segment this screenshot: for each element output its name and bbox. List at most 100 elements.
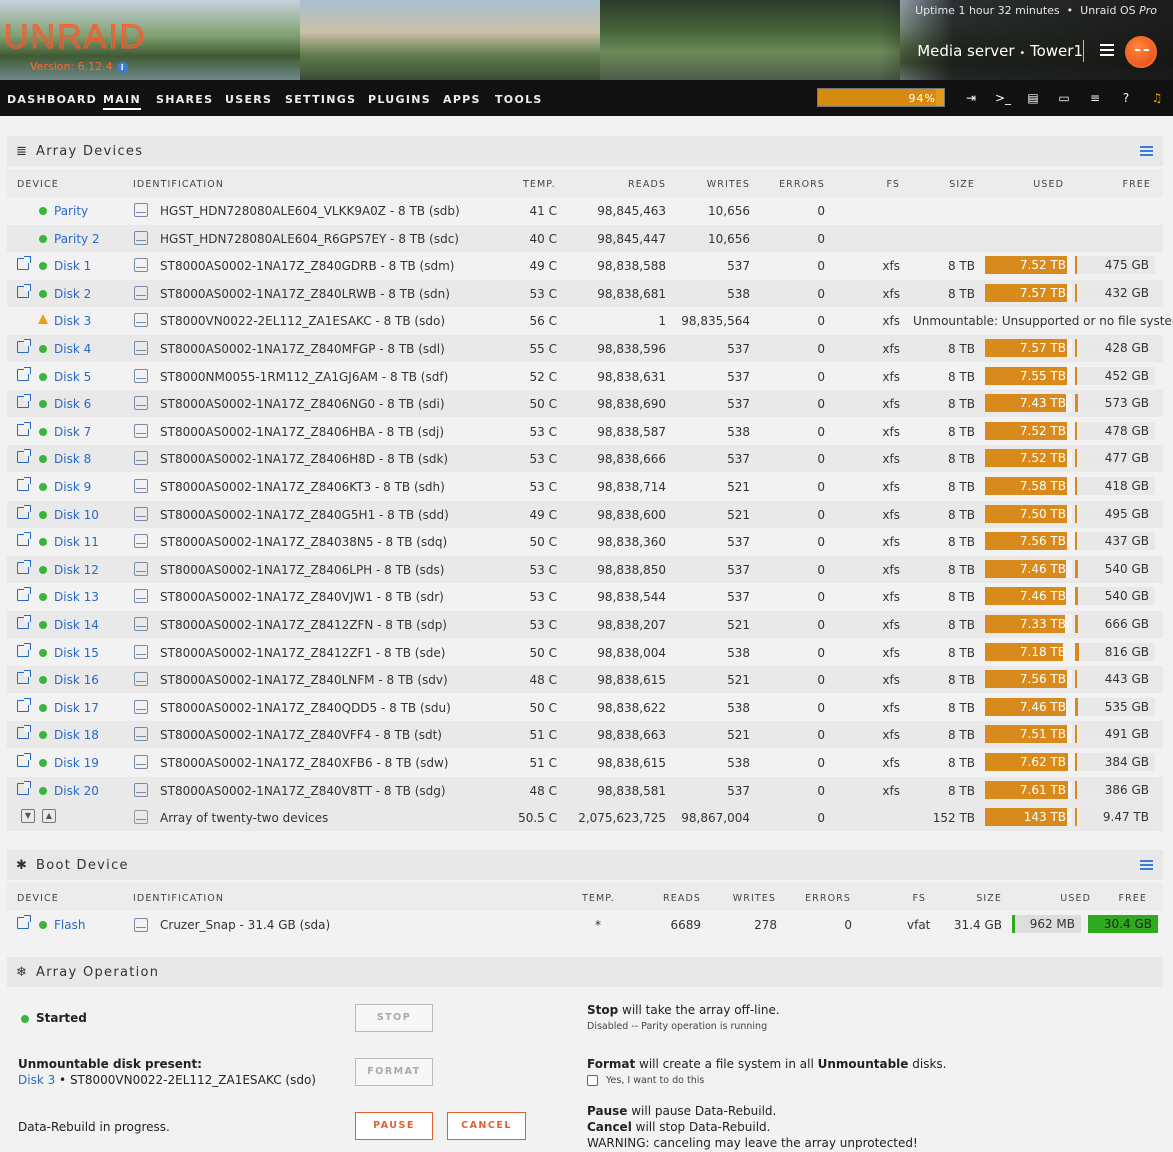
free-bar: 540 GB	[1075, 559, 1155, 578]
terminal-icon[interactable]: >_	[995, 92, 1011, 104]
format-confirm-checkbox[interactable]	[587, 1075, 598, 1086]
external-link-icon[interactable]	[17, 780, 31, 795]
list-view-icon[interactable]	[1140, 860, 1153, 872]
external-link-icon[interactable]	[17, 477, 31, 491]
nav-tab-shares[interactable]: SHARES	[156, 93, 213, 106]
array-summary-row: ▼ ▲ Array of twenty-two devices 50.5 C 2,075…	[7, 804, 1163, 832]
array-operation-header: ❄ Array Operation	[7, 957, 1163, 987]
external-link-icon[interactable]	[17, 256, 31, 271]
device-name[interactable]: Disk 12	[54, 563, 99, 577]
status-ok-icon	[39, 262, 47, 271]
logout-icon[interactable]: ⇥	[964, 92, 978, 104]
device-name[interactable]: Disk 3	[54, 314, 91, 328]
nav-tab-users[interactable]: USERS	[225, 93, 272, 106]
device-name[interactable]: Disk 5	[54, 370, 91, 384]
size: 8 TB	[947, 452, 975, 467]
external-link-icon[interactable]	[17, 532, 31, 547]
stop-button[interactable]: STOP	[355, 1004, 433, 1032]
writes: 98,867,004	[681, 811, 750, 826]
writes: 538	[727, 645, 750, 660]
device-name[interactable]: Disk 9	[54, 480, 91, 494]
external-link-icon[interactable]	[17, 615, 31, 629]
temp: 53 C	[529, 424, 557, 439]
external-link-icon[interactable]	[17, 642, 31, 657]
nav-tab-apps[interactable]: APPS	[443, 93, 481, 106]
pause-button[interactable]: PAUSE	[355, 1112, 433, 1140]
device-name[interactable]: Disk 11	[54, 535, 99, 549]
nav-tab-settings[interactable]: SETTINGS	[285, 93, 356, 106]
version-label[interactable]: Version: 6.12.4 i	[30, 60, 128, 73]
device-name[interactable]: Parity	[54, 204, 88, 218]
spin-up-icon[interactable]: ▲	[42, 809, 56, 824]
temp: *	[595, 918, 601, 932]
parity-progress-bar[interactable]: 94%	[817, 88, 945, 107]
external-link-icon[interactable]	[17, 697, 31, 712]
help-icon[interactable]: ?	[1119, 92, 1133, 104]
device-name[interactable]: Disk 19	[54, 756, 99, 770]
external-link-icon[interactable]	[17, 366, 31, 381]
menu-icon[interactable]	[1100, 44, 1114, 59]
table-row: Disk 10 ST8000AS0002-1NA17Z_Z840G5H1 - 8 …	[7, 500, 1163, 528]
log-icon[interactable]: ≡	[1088, 92, 1102, 104]
bell-icon[interactable]: ♫	[1150, 92, 1164, 104]
external-link-icon[interactable]	[17, 725, 31, 740]
identification: ST8000AS0002-1NA17Z_Z840MFGP - 8 TB (sdl…	[160, 342, 445, 356]
nav-tab-tools[interactable]: TOOLS	[495, 93, 543, 106]
device-name[interactable]: Disk 17	[54, 701, 99, 715]
writes: 537	[727, 590, 750, 605]
external-link-icon[interactable]	[17, 670, 31, 685]
array-table-header: DEVICE IDENTIFICATION TEMP. READS WRITES ERRO…	[7, 169, 1163, 197]
device-name[interactable]: Flash	[54, 918, 85, 932]
device-name[interactable]: Disk 6	[54, 397, 91, 411]
list-view-icon[interactable]	[1140, 146, 1153, 158]
table-row: Disk 2 ST8000AS0002-1NA17Z_Z840LRWB - 8 T…	[7, 279, 1163, 307]
feedback-icon[interactable]: ▤	[1026, 92, 1040, 104]
device-name[interactable]: Disk 16	[54, 673, 99, 687]
device-name[interactable]: Disk 4	[54, 342, 91, 356]
external-link-icon[interactable]	[17, 449, 31, 464]
external-link-icon[interactable]	[17, 283, 31, 298]
device-name[interactable]: Disk 20	[54, 784, 99, 798]
column-header: TEMP.	[582, 893, 615, 904]
hdd-icon	[134, 782, 148, 797]
device-name[interactable]: Disk 18	[54, 728, 99, 742]
external-link-icon[interactable]	[17, 559, 31, 574]
device-name[interactable]: Disk 15	[54, 646, 99, 660]
size: 8 TB	[947, 397, 975, 412]
errors: 0	[817, 397, 825, 412]
device-name[interactable]: Disk 10	[54, 508, 99, 522]
cancel-button[interactable]: CANCEL	[447, 1112, 526, 1140]
spin-down-icon[interactable]: ▼	[21, 809, 35, 824]
nav-tab-plugins[interactable]: PLUGINS	[368, 93, 431, 106]
user-avatar[interactable]	[1125, 36, 1157, 68]
external-link-icon[interactable]	[17, 915, 31, 929]
device-name[interactable]: Disk 14	[54, 618, 99, 632]
device-name[interactable]: Disk 13	[54, 590, 99, 604]
temp: 51 C	[529, 756, 557, 770]
external-link-icon[interactable]	[17, 753, 31, 767]
external-link-icon[interactable]	[17, 504, 31, 519]
device-name[interactable]: Parity 2	[54, 232, 100, 246]
status-ok-icon	[39, 234, 47, 243]
external-link-icon[interactable]	[17, 394, 31, 409]
disk3-link[interactable]: Disk 3	[18, 1073, 55, 1087]
size: 8 TB	[947, 783, 975, 798]
table-row: Parity 2 HGST_HDN728080ALE604_R6GPS7EY - …	[7, 224, 1163, 252]
device-name[interactable]: Disk 1	[54, 259, 91, 273]
nav-tab-main[interactable]: MAIN	[103, 93, 141, 110]
cancel-warning: WARNING: canceling may leave the array u…	[587, 1136, 918, 1150]
external-link-icon[interactable]	[17, 339, 31, 353]
writes: 537	[727, 369, 750, 384]
monitor-icon[interactable]: ▭	[1057, 92, 1071, 104]
external-link-icon[interactable]	[17, 587, 31, 602]
device-name[interactable]: Disk 2	[54, 287, 91, 301]
table-row: Disk 18 ST8000AS0002-1NA17Z_Z840VFF4 - 8 …	[7, 721, 1163, 749]
unraid-logo[interactable]: UNRAID	[3, 18, 146, 57]
device-name[interactable]: Disk 8	[54, 452, 91, 466]
writes: 521	[727, 728, 750, 743]
nav-tab-dashboard[interactable]: DASHBOARD	[7, 93, 97, 106]
format-button[interactable]: FORMAT	[355, 1058, 433, 1086]
device-name[interactable]: Disk 7	[54, 425, 91, 439]
info-icon[interactable]: i	[116, 62, 128, 73]
external-link-icon[interactable]	[17, 421, 31, 436]
